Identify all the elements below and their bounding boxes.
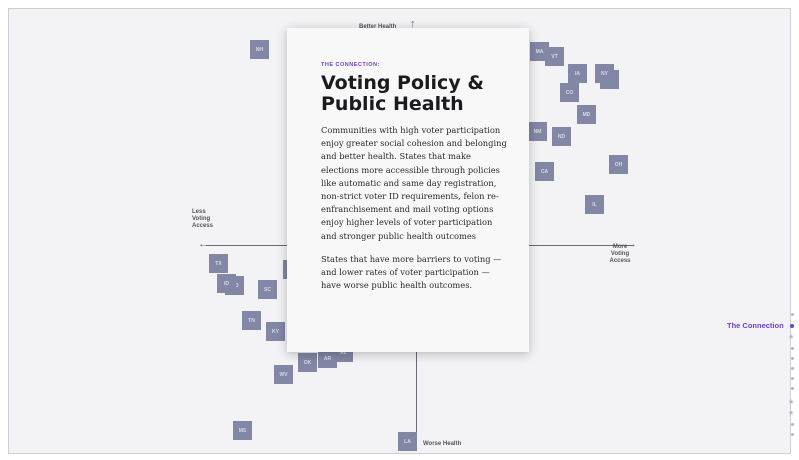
star-icon[interactable]: ★ xyxy=(788,334,794,341)
card-paragraph-2: States that have more barriers to voting… xyxy=(321,253,502,291)
connection-card: THE CONNECTION: Voting Policy & Public H… xyxy=(287,28,529,352)
state-tile[interactable]: TX xyxy=(209,254,228,273)
state-tile[interactable]: OK xyxy=(298,353,317,372)
section-nav-dot[interactable] xyxy=(791,433,794,436)
state-tile[interactable]: WV xyxy=(274,365,293,384)
state-tile[interactable]: MS xyxy=(233,421,252,440)
section-nav-dot-active[interactable] xyxy=(790,324,794,328)
section-nav-dot[interactable] xyxy=(791,377,794,380)
section-nav-active-label[interactable]: The Connection xyxy=(727,321,784,330)
state-tile[interactable]: SC xyxy=(258,280,277,299)
state-tile[interactable]: MD xyxy=(577,105,596,124)
state-tile[interactable]: VT xyxy=(545,47,564,66)
state-tile[interactable]: LA xyxy=(398,432,417,451)
axis-label-worse-health: Worse Health xyxy=(423,441,462,447)
state-tile[interactable]: NM xyxy=(528,122,547,141)
section-nav-dot[interactable] xyxy=(791,367,794,370)
state-tile[interactable]: OH xyxy=(609,155,628,174)
section-nav-dot[interactable] xyxy=(791,347,794,350)
state-tile[interactable]: NH xyxy=(250,40,269,59)
card-paragraph-1: Communities with high voter participatio… xyxy=(321,125,507,241)
state-tile[interactable]: ID xyxy=(217,274,236,293)
state-tile[interactable]: KY xyxy=(266,322,285,341)
card-title-line2: Public Health xyxy=(321,93,464,115)
state-tile[interactable]: IA xyxy=(568,64,587,83)
state-tile[interactable]: NY xyxy=(595,64,614,83)
state-tile[interactable]: ND xyxy=(552,127,571,146)
arrow-left-icon: ← xyxy=(198,238,209,250)
state-tile[interactable]: IL xyxy=(585,195,604,214)
section-nav-dot[interactable] xyxy=(791,423,794,426)
state-tile[interactable]: TN xyxy=(242,311,261,330)
axis-label-more-voting-access: More Voting Access xyxy=(609,244,631,264)
section-nav-dot[interactable] xyxy=(791,387,794,390)
section-nav-dot[interactable] xyxy=(791,313,794,316)
axis-label-less-voting-access: Less Voting Access xyxy=(192,209,214,229)
card-eyebrow: THE CONNECTION: xyxy=(321,62,380,68)
card-title: Voting Policy & Public Health xyxy=(321,73,509,115)
star-icon[interactable]: ★ xyxy=(788,399,794,406)
state-tile[interactable]: CA xyxy=(535,162,554,181)
star-icon[interactable]: ★ xyxy=(788,410,794,417)
section-nav-dot[interactable] xyxy=(791,357,794,360)
state-tile[interactable]: CO xyxy=(560,83,579,102)
card-title-line1: Voting Policy & xyxy=(321,72,484,94)
